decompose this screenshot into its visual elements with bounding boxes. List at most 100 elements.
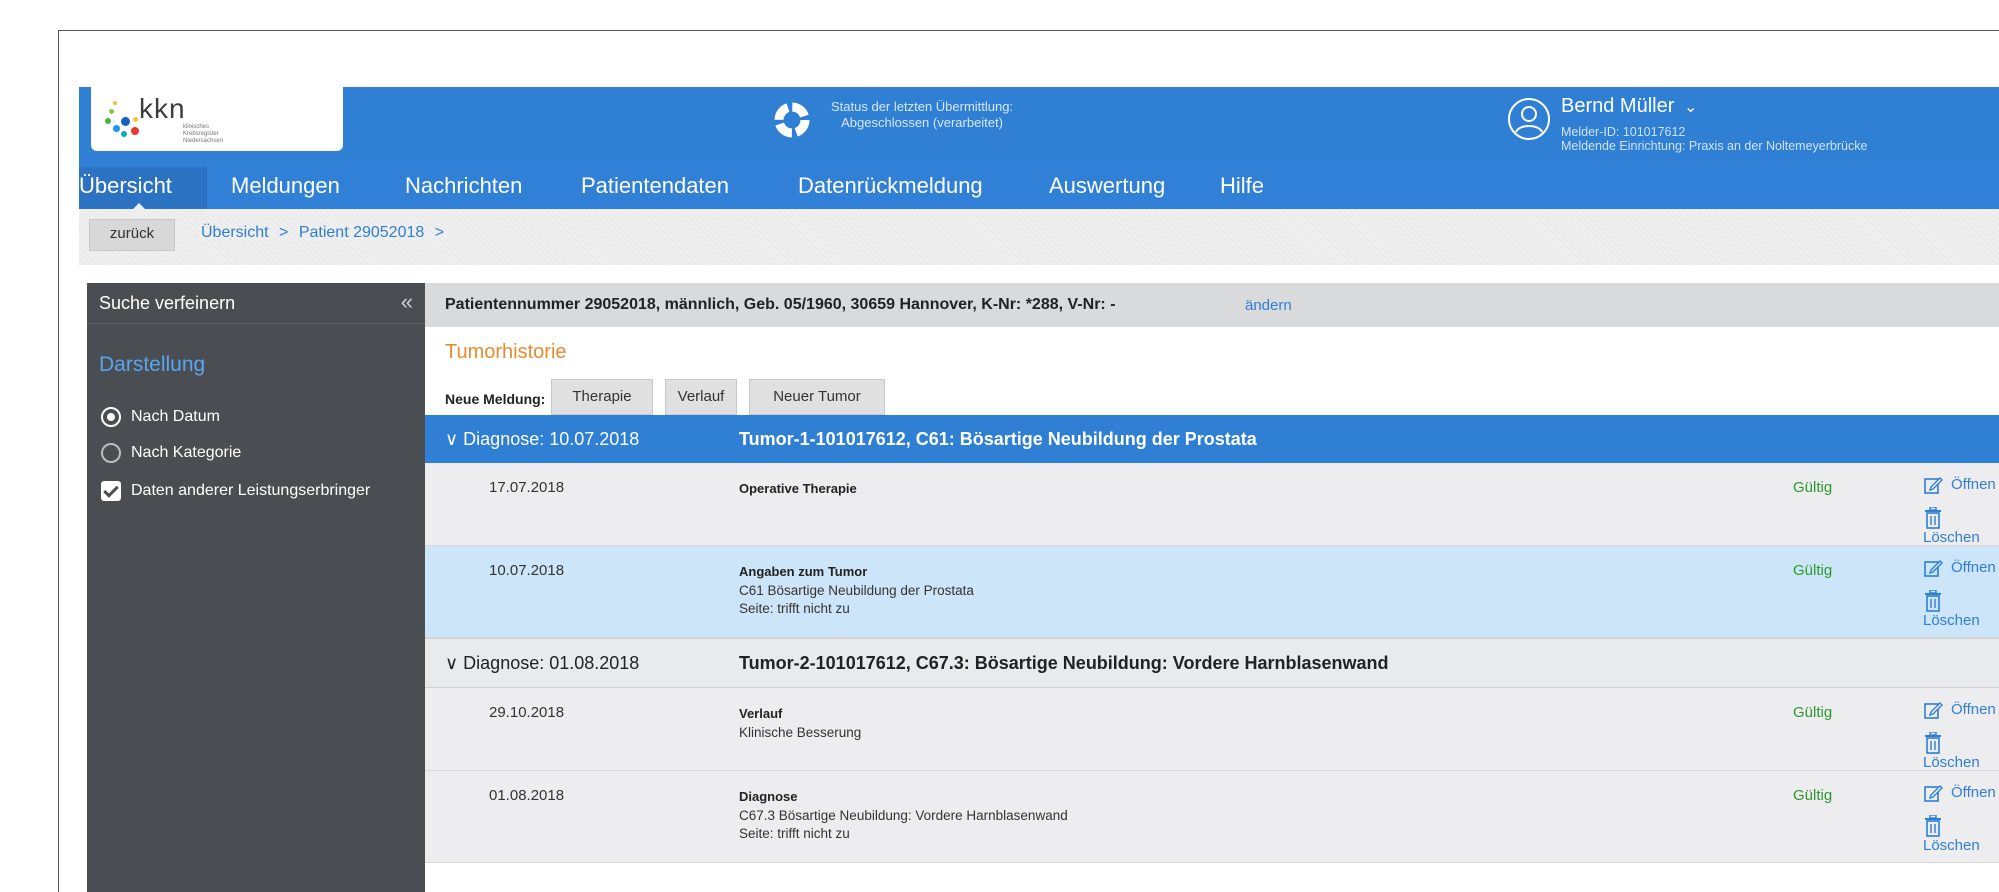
- open-button[interactable]: Öffnen: [1923, 558, 1996, 578]
- chevron-right-icon: >: [279, 224, 289, 241]
- delete-button[interactable]: Löschen: [1923, 589, 1999, 629]
- delete-button[interactable]: Löschen: [1923, 506, 1999, 546]
- transmission-status: Status der letzten Übermittlung: Abgesch…: [831, 99, 1013, 131]
- radio-selected-icon[interactable]: [101, 407, 121, 427]
- radio-unselected-icon[interactable]: [101, 443, 121, 463]
- user-menu[interactable]: Bernd Müller ⌄: [1561, 95, 1697, 118]
- sync-status-icon: [774, 102, 810, 138]
- filter-sidebar: Suche verfeinern « Darstellung Nach Datu…: [87, 283, 425, 892]
- status-label: Status der letzten Übermittlung:: [831, 99, 1014, 114]
- entry-detail: C61 Bösartige Neubildung der Prostata: [739, 583, 974, 598]
- delete-button[interactable]: Löschen: [1923, 731, 1999, 771]
- edit-patient-link[interactable]: ändern: [1245, 297, 1292, 314]
- entry-detail: C67.3 Bösartige Neubildung: Vordere Harn…: [739, 808, 1068, 823]
- tab-auswertung[interactable]: Auswertung: [1049, 173, 1165, 199]
- edit-icon: [1924, 785, 1943, 802]
- trash-icon: [1925, 506, 1941, 529]
- entry-title: Verlauf: [739, 706, 783, 721]
- list-item[interactable]: 17.07.2018 Operative Therapie Gültig Öff…: [425, 463, 1999, 546]
- diagnosis-date: ∨ Diagnose: 10.07.2018: [445, 429, 640, 449]
- new-report-label: Neue Meldung:: [445, 391, 546, 407]
- tab-patientendaten[interactable]: Patientendaten: [581, 173, 729, 199]
- open-label: Öffnen: [1951, 700, 1996, 718]
- status-badge: Gültig: [1793, 704, 1833, 721]
- header: kkn klinisches Krebsregister Niedersachs…: [79, 87, 1999, 209]
- sidebar-header: Suche verfeinern «: [87, 283, 425, 324]
- checkbox-checked-icon[interactable]: [101, 481, 121, 501]
- status-badge: Gültig: [1793, 787, 1833, 804]
- radio-label: Nach Datum: [131, 408, 220, 426]
- checkbox-andere-leistungserbringer[interactable]: Daten anderer Leistungserbringer: [101, 481, 370, 501]
- delete-label: Löschen: [1923, 754, 1980, 771]
- diagnosis-header[interactable]: ∨ Diagnose: 10.07.2018 Tumor-1-101017612…: [425, 415, 1999, 463]
- tab-nachrichten[interactable]: Nachrichten: [405, 173, 522, 199]
- entry-date: 01.08.2018: [489, 787, 565, 804]
- checkbox-label: Daten anderer Leistungserbringer: [131, 482, 371, 500]
- entry-detail: Klinische Besserung: [739, 725, 862, 740]
- breadcrumb-bar: zurück Übersicht > Patient 29052018 >: [79, 209, 1999, 265]
- diagnosis-date: ∨ Diagnose: 01.08.2018: [445, 653, 640, 673]
- radio-nach-kategorie[interactable]: Nach Kategorie: [101, 443, 241, 463]
- tab-meldungen[interactable]: Meldungen: [231, 173, 340, 199]
- tab-hilfe[interactable]: Hilfe: [1220, 173, 1264, 199]
- list-item[interactable]: 10.07.2018 Angaben zum Tumor C61 Bösarti…: [425, 546, 1999, 638]
- entry-title: Diagnose: [739, 789, 798, 804]
- status-value: Abgeschlossen (verarbeitet): [841, 115, 1003, 130]
- open-button[interactable]: Öffnen: [1923, 700, 1996, 720]
- chevron-right-icon: >: [434, 224, 445, 241]
- open-label: Öffnen: [1951, 558, 1996, 576]
- entry-date: 17.07.2018: [489, 479, 565, 496]
- tumor-history-title: Tumorhistorie: [445, 341, 567, 363]
- diagnosis-text: Tumor-1-101017612, C61: Bösartige Neubil…: [739, 429, 1257, 449]
- entry-detail: Seite: trifft nicht zu: [739, 826, 850, 841]
- breadcrumb: Übersicht > Patient 29052018 >: [201, 224, 450, 242]
- patient-info-bar: Patientennummer 29052018, männlich, Geb.…: [425, 283, 1999, 327]
- entry-detail: Seite: trifft nicht zu: [739, 601, 850, 616]
- entry-date: 29.10.2018: [489, 704, 565, 721]
- melder-id: Melder-ID: 101017612: [1561, 125, 1686, 139]
- delete-label: Löschen: [1923, 612, 1980, 629]
- list-item[interactable]: 29.10.2018 Verlauf Klinische Besserung G…: [425, 688, 1999, 771]
- trash-icon: [1925, 731, 1941, 754]
- reporting-facility: Meldende Einrichtung: Praxis an der Nolt…: [1561, 139, 1868, 153]
- open-label: Öffnen: [1951, 783, 1996, 801]
- verlauf-button[interactable]: Verlauf: [665, 379, 737, 415]
- therapie-button[interactable]: Therapie: [551, 379, 653, 415]
- patient-info: Patientennummer 29052018, männlich, Geb.…: [445, 296, 1116, 313]
- radio-nach-datum[interactable]: Nach Datum: [101, 407, 220, 427]
- delete-button[interactable]: Löschen: [1923, 814, 1999, 854]
- delete-label: Löschen: [1923, 529, 1980, 546]
- kkn-logo[interactable]: kkn klinisches Krebsregister Niedersachs…: [91, 87, 343, 151]
- entry-date: 10.07.2018: [489, 562, 565, 579]
- section-darstellung: Darstellung: [99, 353, 206, 376]
- open-button[interactable]: Öffnen: [1923, 783, 1996, 803]
- open-button[interactable]: Öffnen: [1923, 475, 1996, 495]
- app-frame: kkn klinisches Krebsregister Niedersachs…: [58, 30, 1999, 892]
- status-badge: Gültig: [1793, 479, 1833, 496]
- diagnosis-header[interactable]: ∨ Diagnose: 01.08.2018 Tumor-2-101017612…: [425, 638, 1999, 688]
- user-name: Bernd Müller: [1561, 95, 1675, 117]
- tab-datenrueckmeldung[interactable]: Datenrückmeldung: [798, 173, 983, 199]
- user-avatar-icon[interactable]: [1507, 97, 1551, 141]
- header-top: kkn klinisches Krebsregister Niedersachs…: [79, 87, 1999, 160]
- neuer-tumor-button[interactable]: Neuer Tumor: [749, 379, 885, 415]
- radio-label: Nach Kategorie: [131, 444, 242, 462]
- trash-icon: [1925, 589, 1941, 612]
- list-item[interactable]: 01.08.2018 Diagnose C67.3 Bösartige Neub…: [425, 771, 1999, 863]
- edit-icon: [1924, 560, 1943, 577]
- status-badge: Gültig: [1793, 562, 1833, 579]
- user-meta: Melder-ID: 101017612 Meldende Einrichtun…: [1561, 125, 1867, 153]
- breadcrumb-uebersicht[interactable]: Übersicht: [201, 224, 269, 241]
- breadcrumb-patient[interactable]: Patient 29052018: [299, 224, 424, 241]
- edit-icon: [1924, 702, 1943, 719]
- logo-text: kkn: [139, 93, 186, 124]
- diagnosis-text: Tumor-2-101017612, C67.3: Bösartige Neub…: [739, 653, 1389, 673]
- back-button[interactable]: zurück: [89, 219, 175, 251]
- collapse-icon[interactable]: «: [401, 289, 413, 315]
- main-nav: Übersicht Meldungen Nachrichten Patiente…: [79, 167, 1999, 209]
- delete-label: Löschen: [1923, 837, 1980, 854]
- edit-icon: [1924, 477, 1943, 494]
- sidebar-title: Suche verfeinern: [99, 293, 236, 313]
- tab-uebersicht[interactable]: Übersicht: [79, 173, 172, 199]
- trash-icon: [1925, 814, 1941, 837]
